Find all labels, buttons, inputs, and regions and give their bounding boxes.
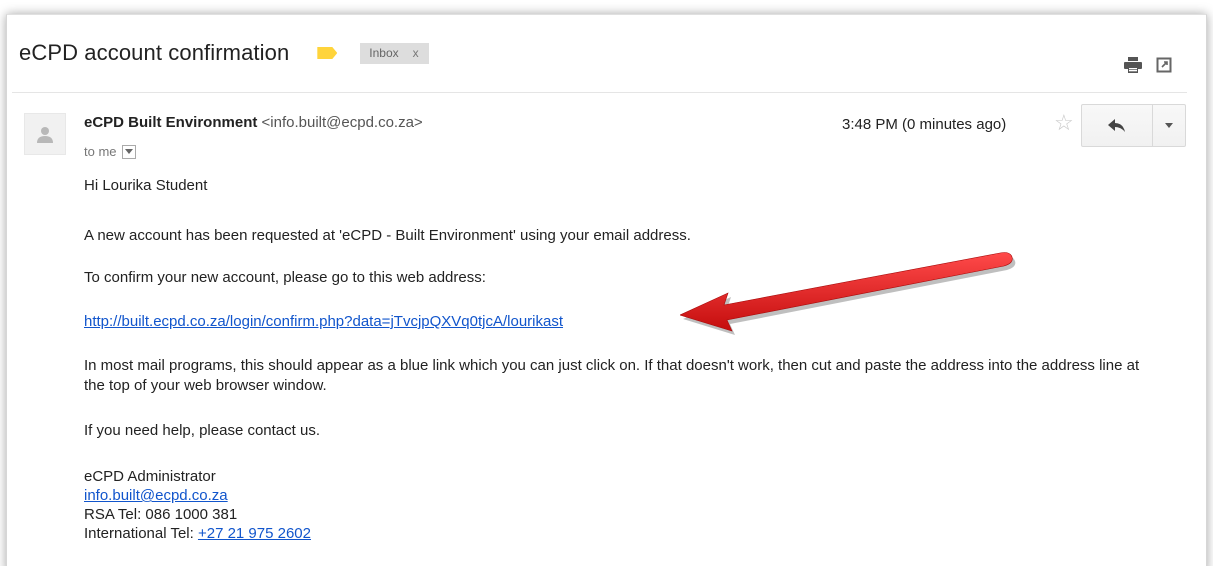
body-paragraph: In most mail programs, this should appea… (84, 357, 1140, 394)
sender-avatar (24, 113, 66, 155)
intl-tel-link[interactable]: +27 21 975 2602 (198, 525, 311, 542)
signature-email-link[interactable]: info.built@ecpd.co.za (84, 487, 228, 504)
new-window-icon[interactable] (1156, 57, 1172, 73)
confirm-account-link[interactable]: http://built.ecpd.co.za/login/confirm.ph… (84, 313, 563, 330)
sender-name[interactable]: eCPD Built Environment (84, 114, 257, 131)
chevron-down-icon (124, 149, 133, 154)
email-timestamp: 3:48 PM (0 minutes ago) (842, 116, 1007, 133)
signature-rsa-tel: RSA Tel: 086 1000 381 (84, 506, 238, 523)
intl-tel-label: International Tel: (84, 525, 198, 542)
print-icon[interactable] (1124, 57, 1142, 73)
chevron-down-icon (1165, 123, 1173, 128)
confirm-link-paragraph: http://built.ecpd.co.za/login/confirm.ph… (84, 312, 563, 332)
remove-label-button[interactable]: x (413, 43, 419, 64)
subject-row: eCPD account confirmation Inbox x (19, 38, 429, 68)
body-paragraph: If you need help, please contact us. (84, 422, 320, 439)
show-details-button[interactable] (121, 144, 136, 159)
person-icon (37, 127, 53, 143)
body-paragraph: A new account has been requested at 'eCP… (84, 227, 691, 244)
signature: eCPD Administrator info.built@ecpd.co.za… (84, 467, 311, 543)
signature-intl-tel: International Tel: +27 21 975 2602 (84, 524, 311, 543)
sender-email: <info.built@ecpd.co.za> (261, 114, 423, 131)
reply-button[interactable] (1081, 104, 1153, 147)
recipient-text: to me (84, 144, 117, 159)
reply-icon (1108, 118, 1125, 132)
more-actions-button[interactable] (1153, 104, 1186, 147)
inbox-label-text: Inbox (369, 45, 399, 60)
body-paragraph: To confirm your new account, please go t… (84, 269, 486, 286)
recipient-line: to me (84, 144, 136, 159)
star-icon[interactable]: ☆ (1054, 112, 1074, 134)
label-tag-icon[interactable] (317, 47, 338, 59)
reply-button-group (1081, 104, 1186, 147)
header-divider (12, 92, 1187, 93)
signature-name: eCPD Administrator (84, 468, 216, 485)
inbox-label-chip[interactable]: Inbox x (360, 42, 429, 64)
greeting: Hi Lourika Student (84, 177, 208, 194)
email-subject: eCPD account confirmation (19, 40, 290, 65)
sender-line: eCPD Built Environment <info.built@ecpd.… (84, 114, 423, 131)
